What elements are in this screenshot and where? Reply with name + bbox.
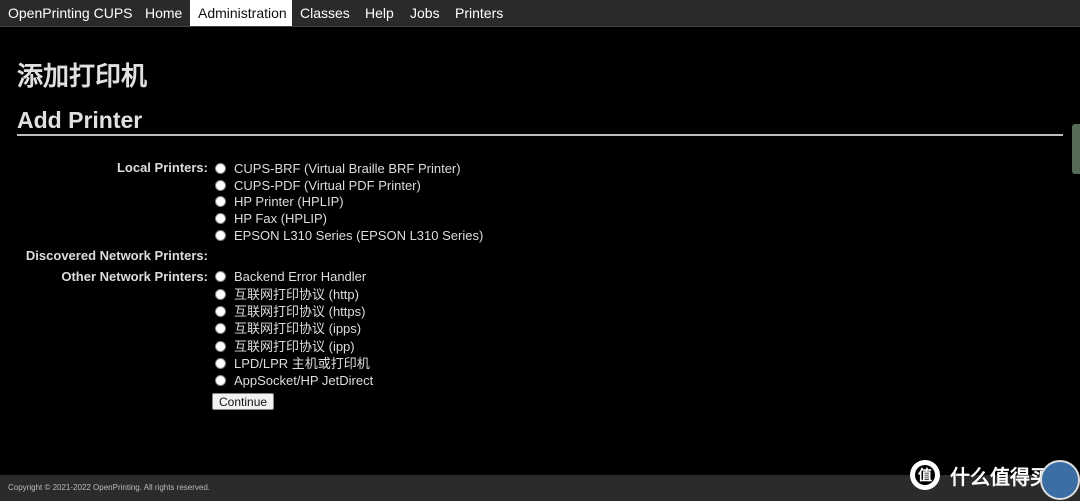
network-option-ipps[interactable]: 互联网打印协议 (ipps) [215,320,361,337]
watermark-logo-glyph: 值 [915,465,935,485]
continue-button[interactable]: Continue [212,393,275,410]
page-title-zh: 添加打印机 [17,62,148,92]
local-printers-label: Local Printers: [116,160,208,175]
network-option-lpd-lpr[interactable]: LPD/LPR 主机或打印机 [215,355,370,372]
network-option-backend-error-handler[interactable]: Backend Error Handler [215,268,366,285]
option-label: CUPS-BRF (Virtual Braille BRF Printer) [234,161,461,176]
option-label: AppSocket/HP JetDirect [234,373,374,388]
local-printer-option-cups-brf[interactable]: CUPS-BRF (Virtual Braille BRF Printer) [215,160,461,177]
radio-button[interactable] [215,341,226,352]
radio-button[interactable] [215,323,226,334]
network-option-ipp-https[interactable]: 互联网打印协议 (https) [215,303,365,320]
page-title-add-printer: Add Printer [17,107,143,133]
local-printer-option-epson-l310[interactable]: EPSON L310 Series (EPSON L310 Series) [215,227,483,244]
local-printer-option-hp-printer[interactable]: HP Printer (HPLIP) [215,193,344,210]
network-option-appsocket[interactable]: AppSocket/HP JetDirect [215,372,373,389]
watermark: 值 什么值得买 [910,458,1050,492]
option-label: HP Fax (HPLIP) [234,211,327,226]
top-nav-bar: OpenPrinting CUPS Home Administration Cl… [0,0,1080,27]
radio-button[interactable] [215,213,226,224]
option-label: 互联网打印协议 (https) [234,304,366,319]
radio-button[interactable] [215,196,226,207]
tab-administration[interactable]: Administration [190,0,292,26]
option-label: 互联网打印协议 (ipps) [234,321,362,336]
tab-classes[interactable]: Classes [292,0,358,26]
heading-divider [17,134,1063,136]
option-label: LPD/LPR 主机或打印机 [234,356,370,371]
radio-button[interactable] [215,358,226,369]
option-label: HP Printer (HPLIP) [234,194,344,209]
option-label: EPSON L310 Series (EPSON L310 Series) [234,228,484,243]
option-label: 互联网打印协议 (ipp) [234,339,355,354]
other-network-printers-label: Other Network Printers: [61,269,208,284]
radio-button[interactable] [215,230,226,241]
radio-button[interactable] [215,375,226,386]
tab-jobs[interactable]: Jobs [402,0,448,26]
option-label: Backend Error Handler [234,269,367,284]
footer-copyright: Copyright © 2021-2022 OpenPrinting. All … [8,483,211,492]
local-printer-option-cups-pdf[interactable]: CUPS-PDF (Virtual PDF Printer) [215,177,421,194]
avatar [1040,460,1080,500]
discovered-network-printers-label: Discovered Network Printers: [25,248,208,263]
tab-help[interactable]: Help [357,0,402,26]
option-label: 互联网打印协议 (http) [234,287,359,302]
watermark-text: 什么值得买 [950,464,1050,489]
side-scroll-handle[interactable] [1072,124,1080,174]
network-option-ipp-http[interactable]: 互联网打印协议 (http) [215,286,359,303]
tab-openprinting-cups[interactable]: OpenPrinting CUPS [0,0,141,26]
radio-button[interactable] [215,163,226,174]
radio-button[interactable] [215,180,226,191]
option-label: CUPS-PDF (Virtual PDF Printer) [234,178,421,193]
tab-home[interactable]: Home [137,0,190,26]
network-option-ipp[interactable]: 互联网打印协议 (ipp) [215,338,355,355]
tab-printers[interactable]: Printers [447,0,511,26]
radio-button[interactable] [215,306,226,317]
local-printer-option-hp-fax[interactable]: HP Fax (HPLIP) [215,210,327,227]
watermark-logo-icon: 值 [910,460,940,490]
radio-button[interactable] [215,289,226,300]
radio-button[interactable] [215,271,226,282]
